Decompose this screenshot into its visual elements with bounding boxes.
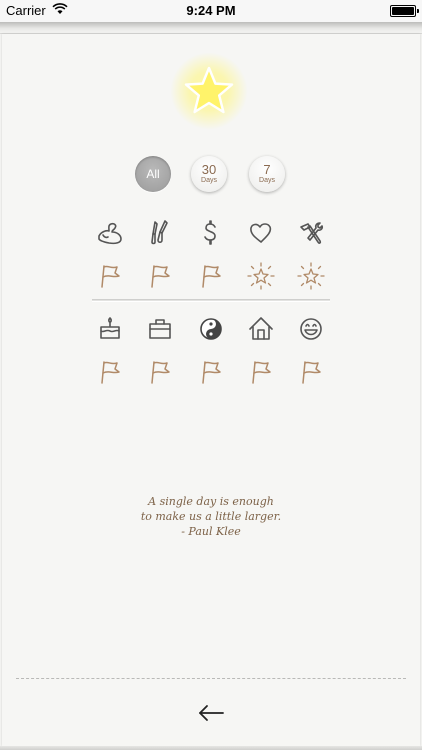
filter-7-number: 7 <box>263 162 271 177</box>
paper-roll-top <box>0 22 422 34</box>
quote-author: - Paul Klee <box>181 525 241 538</box>
paper-bottom-edge <box>0 746 422 750</box>
filter-30-unit: Days <box>201 177 217 184</box>
flag-icon <box>245 356 277 388</box>
filter-7-unit: Days <box>259 177 275 184</box>
filter-30-number: 30 <box>201 162 217 177</box>
tools-icon[interactable] <box>295 217 327 249</box>
flag-icon <box>195 260 227 292</box>
filter-7-days-button[interactable]: 7 Days <box>249 156 285 192</box>
sparkle-star-icon <box>245 260 277 292</box>
flag-icon <box>94 260 126 292</box>
flag-icon <box>295 356 327 388</box>
filter-all-label: All <box>146 167 160 181</box>
birthday-cake-icon[interactable] <box>94 313 126 345</box>
paper-sheet <box>2 34 420 746</box>
star-icon <box>184 66 234 114</box>
yin-yang-icon[interactable] <box>195 313 227 345</box>
flag-icon <box>144 260 176 292</box>
quote-line-1: A single day is enough <box>148 495 274 508</box>
dollar-icon[interactable] <box>195 217 227 249</box>
arrow-left-icon <box>199 705 224 721</box>
house-icon[interactable] <box>245 313 277 345</box>
heart-icon[interactable] <box>245 217 277 249</box>
battery-icon <box>390 5 419 17</box>
quote-line-2: to make us a little larger. <box>140 510 282 523</box>
flag-icon <box>144 356 176 388</box>
paintbrushes-icon[interactable] <box>144 217 176 249</box>
filter-30-days-button[interactable]: 30 Days <box>191 156 227 192</box>
back-button[interactable] <box>194 700 228 726</box>
filter-all-button[interactable]: All <box>135 156 171 192</box>
achievement-star <box>170 52 248 130</box>
status-bar: Carrier 9:24 PM <box>0 0 422 22</box>
status-time: 9:24 PM <box>186 3 236 18</box>
briefcase-icon[interactable] <box>144 313 176 345</box>
smiley-icon[interactable] <box>295 313 327 345</box>
flag-icon <box>195 356 227 388</box>
flag-icon <box>94 356 126 388</box>
sparkle-star-icon <box>295 260 327 292</box>
tear-line <box>16 678 406 679</box>
battery-fill <box>392 7 414 15</box>
section-divider <box>92 299 330 302</box>
muscle-arm-icon[interactable] <box>94 217 126 249</box>
quote-block: A single day is enough to make us a litt… <box>0 494 422 539</box>
